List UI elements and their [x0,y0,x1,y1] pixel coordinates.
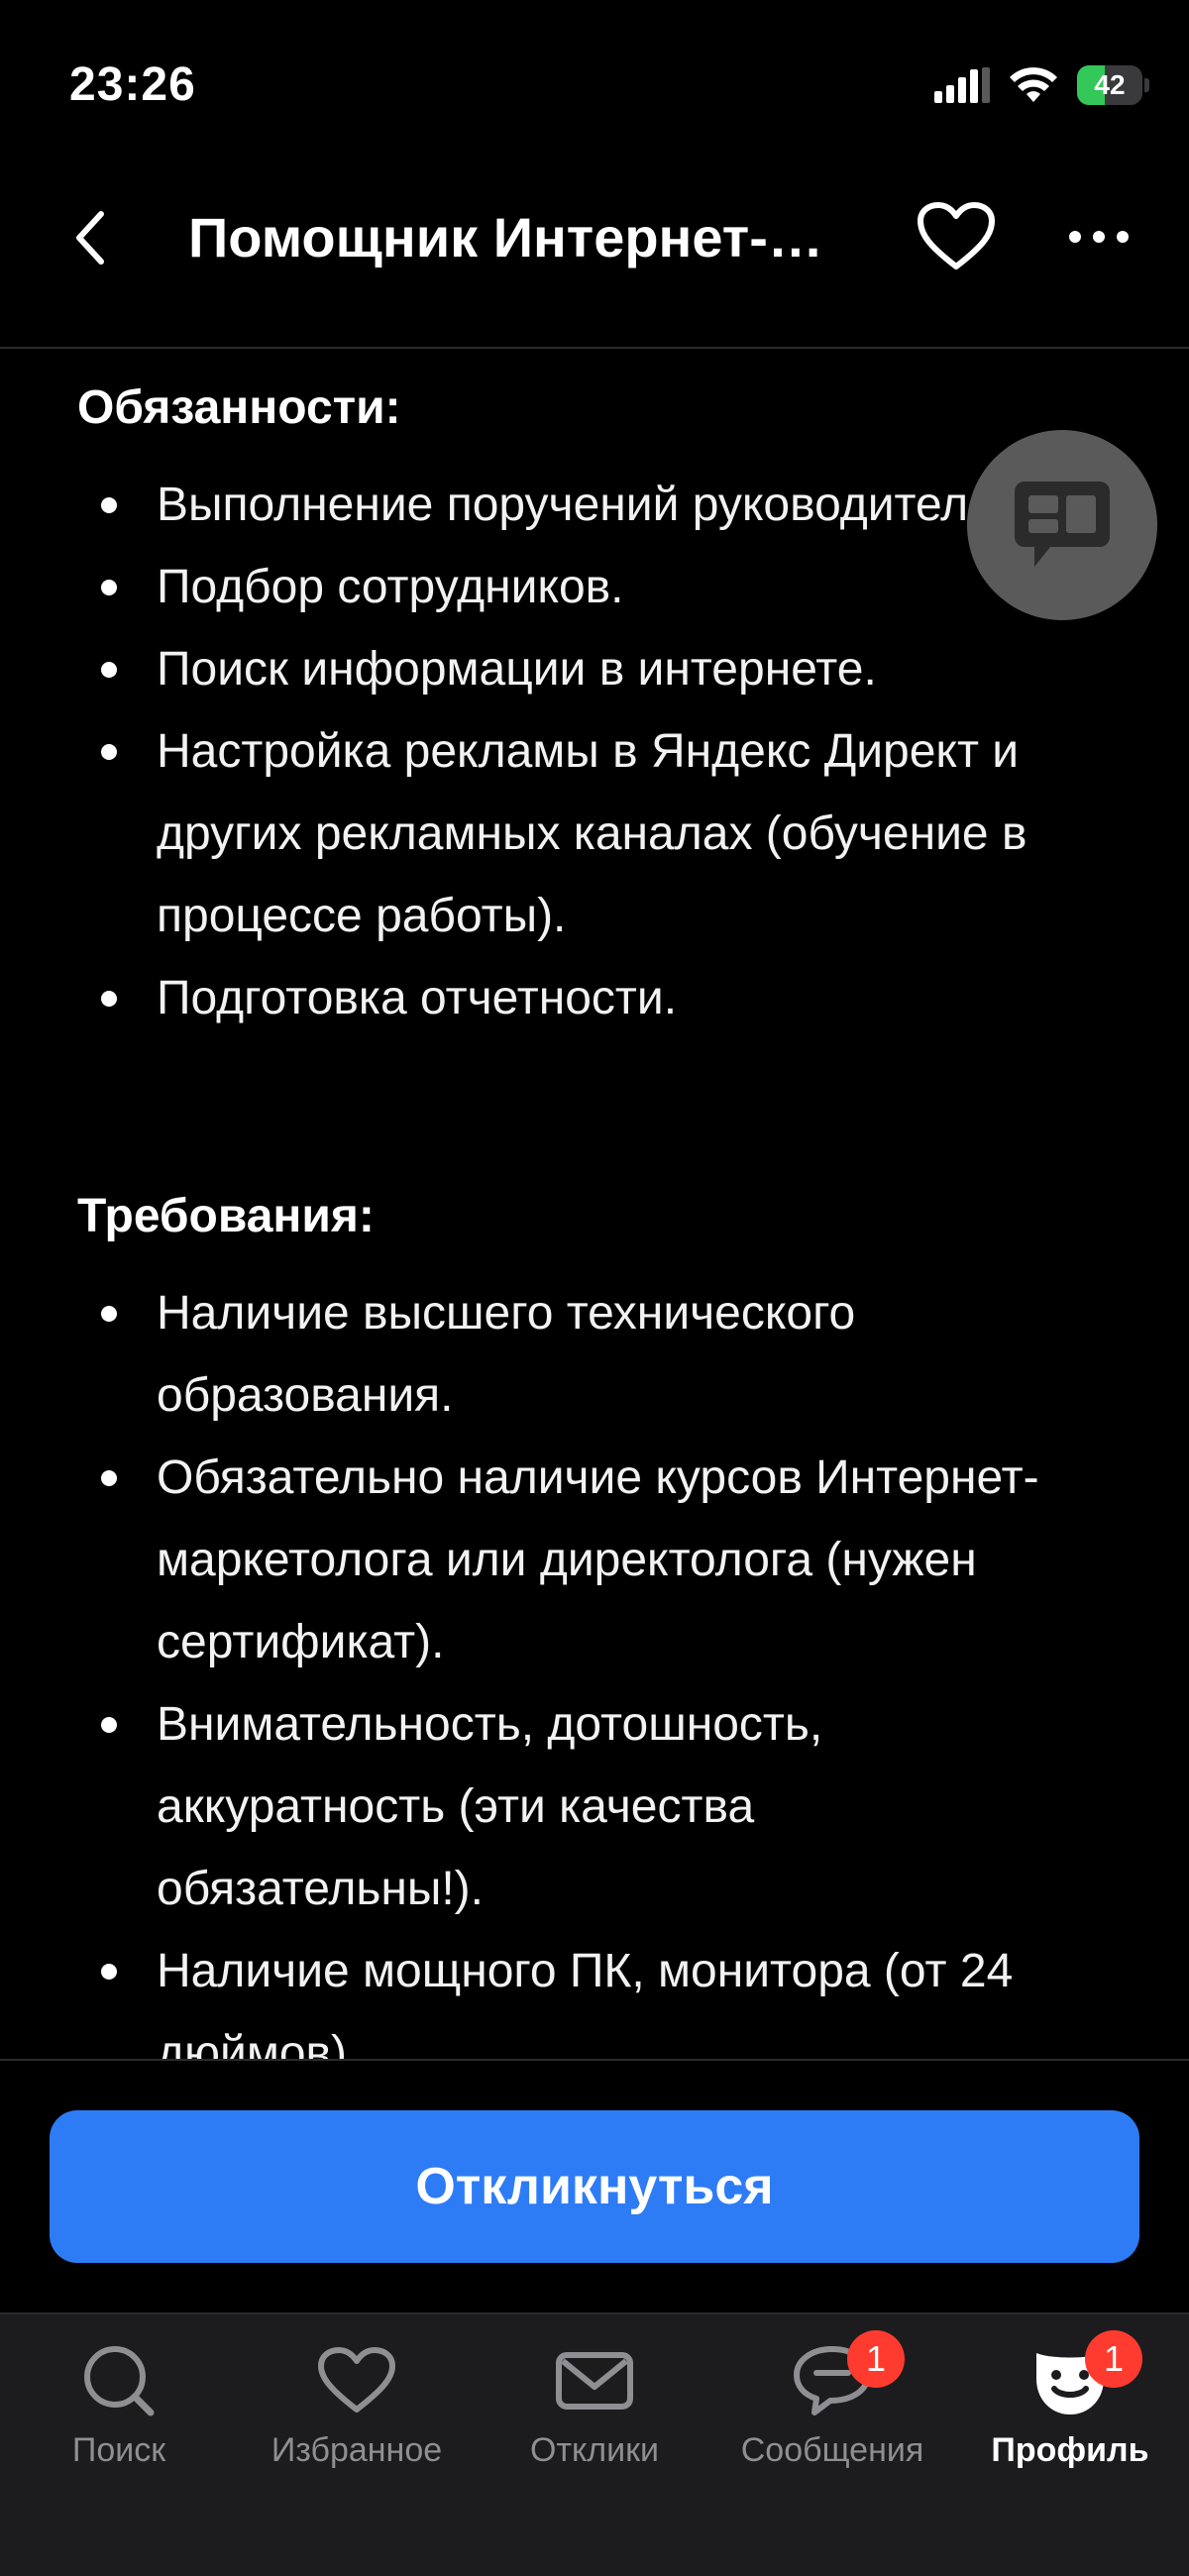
battery-tip [1144,78,1149,92]
cellular-signal-icon [934,67,990,103]
tab-icon [550,2336,639,2425]
tab-label: Избранное [270,2431,443,2469]
page-title: Помощник Интернет-маркетолога [188,206,862,268]
list-item: Поиск информации в интернете. [0,628,1189,710]
tab-icon [312,2336,401,2425]
tab-label: Отклики [530,2431,659,2469]
wifi-icon [1010,67,1057,102]
tab-messages[interactable]: 1 Сообщения [713,2314,951,2483]
tab-icon: 1 [788,2330,905,2425]
tab-label: Сообщения [740,2431,924,2469]
more-dots-icon [1069,231,1129,243]
tab-label: Профиль [991,2431,1149,2469]
search-icon [84,2346,155,2416]
back-button[interactable] [59,198,119,277]
status-time: 23:26 [69,58,196,111]
tab-label: Поиск [71,2431,166,2469]
tab-favorites[interactable]: Избранное [238,2314,476,2483]
duties-title: Обязанности: [77,381,401,434]
list-item: Обязательно наличие курсов Интернет-марк… [0,1437,1189,1683]
list-item: Наличие мощного ПК, монитора (от 24 дюйм… [0,1930,1189,2059]
favorite-button[interactable] [912,192,1001,281]
heart-icon [918,202,995,269]
tab-bar: Поиск Избранное Отклики 1 Сообщения 1 Пр… [0,2312,1189,2576]
tab-search[interactable]: Поиск [0,2314,238,2483]
heart-icon [318,2347,395,2413]
tab-responses[interactable]: Отклики [476,2314,713,2483]
apply-bar: Откликнуться [0,2059,1189,2314]
tab-profile[interactable]: 1 Профиль [951,2314,1189,2483]
requirements-list: Наличие высшего технического образования… [0,1272,1189,2059]
list-item: Настройка рекламы в Яндекс Директ и друг… [0,710,1189,957]
tab-icon: 1 [1026,2330,1142,2425]
chat-fab-button[interactable] [967,430,1157,620]
profile-badge: 1 [1085,2330,1142,2388]
status-bar: 23:26 42 [0,0,1189,168]
messages-badge: 1 [847,2330,905,2388]
status-icons: 42 [934,63,1149,107]
chevron-left-icon [76,211,104,265]
list-item: Внимательность, дотошность, аккуратность… [0,1683,1189,1930]
battery-percent: 42 [1094,69,1126,100]
nav-header: Помощник Интернет-маркетолога [0,168,1189,349]
apply-button[interactable]: Откликнуться [50,2110,1139,2263]
envelope-icon [556,2352,633,2410]
chat-bubble-icon [1015,482,1110,567]
vacancy-description[interactable]: Обязанности: Выполнение поручений руково… [0,349,1189,2059]
tab-icon [74,2336,163,2425]
requirements-title: Требования: [77,1190,375,1242]
list-item: Подготовка отчетности. [0,957,1189,1039]
list-item: Наличие высшего технического образования… [0,1272,1189,1437]
more-options-button[interactable] [1054,192,1143,281]
battery-indicator: 42 [1077,65,1142,105]
